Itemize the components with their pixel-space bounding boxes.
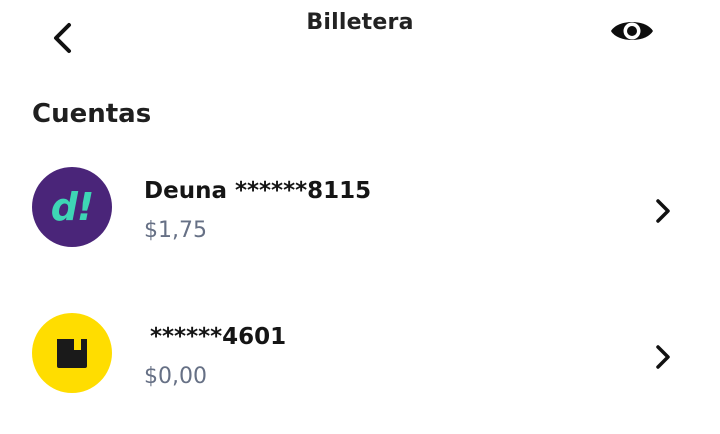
- top-bar: Billetera: [0, 0, 720, 60]
- account-name: Deuna ******8115: [144, 178, 372, 204]
- account-row-4601[interactable]: ******4601 $0,00: [0, 298, 720, 408]
- toggle-visibility-button[interactable]: [604, 8, 660, 54]
- account-balance: $0,00: [144, 364, 207, 389]
- chevron-right-icon: [650, 196, 676, 226]
- wallet-screen: Billetera Cuentas d! Deuna ******8115 $1…: [0, 0, 720, 434]
- account-row-deuna[interactable]: d! Deuna ******8115 $1,75: [0, 152, 720, 262]
- eye-icon: [611, 22, 653, 40]
- chevron-right-icon: [650, 342, 676, 372]
- account-balance: $1,75: [144, 218, 207, 243]
- section-title-cuentas: Cuentas: [32, 99, 152, 129]
- deuna-logo-text: d!: [50, 185, 95, 229]
- account-name: ******4601: [150, 324, 287, 350]
- bank-logo-avatar: [32, 313, 112, 393]
- deuna-logo-avatar: d!: [32, 167, 112, 247]
- bank-logo-icon: [57, 339, 87, 368]
